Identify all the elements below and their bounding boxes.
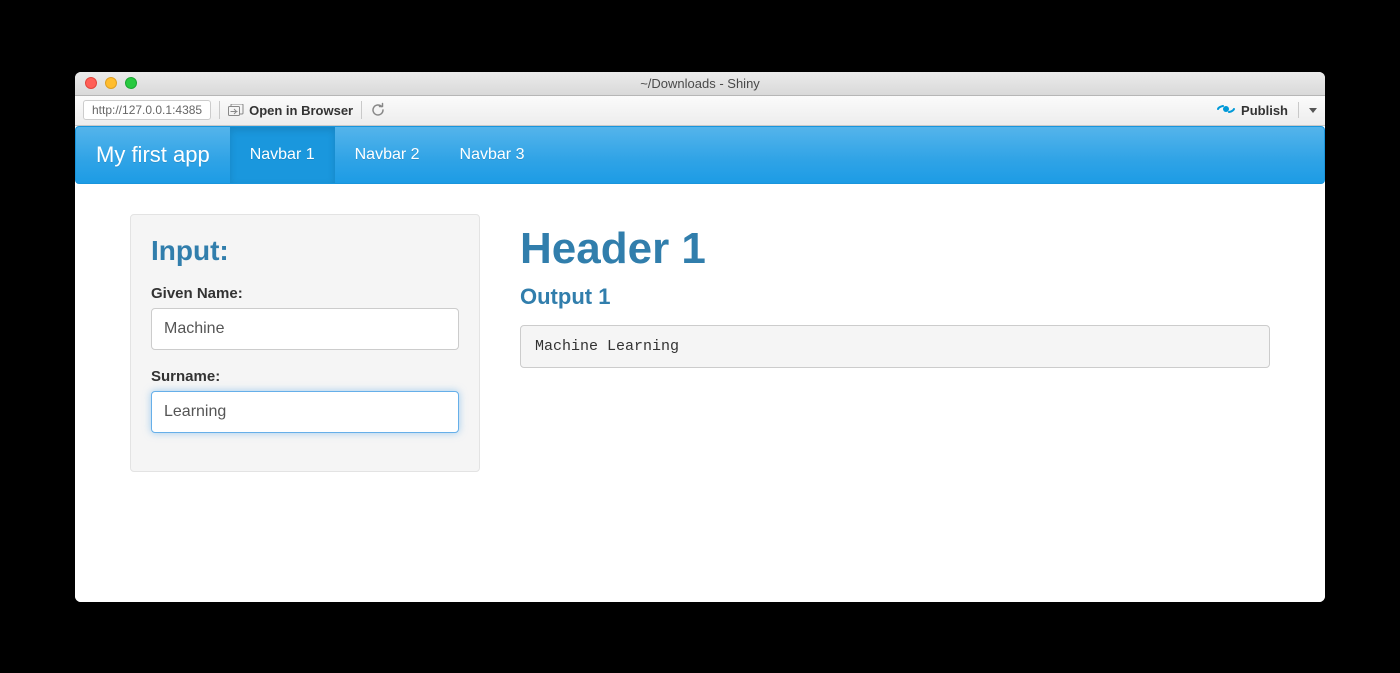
surname-group: Surname:	[151, 368, 459, 433]
navbar: My first app Navbar 1 Navbar 2 Navbar 3	[75, 126, 1325, 184]
main-panel: Header 1 Output 1 Machine Learning	[520, 214, 1270, 472]
toolbar-separator	[219, 101, 220, 119]
toolbar: http://127.0.0.1:4385 Open in Browser	[75, 96, 1325, 126]
page-header: Header 1	[520, 224, 1270, 274]
given-name-input[interactable]	[151, 308, 459, 350]
publish-button[interactable]: Publish	[1217, 102, 1317, 119]
sidebar-title: Input:	[151, 235, 459, 267]
nav-tab-1[interactable]: Navbar 1	[230, 127, 335, 183]
output-value: Machine Learning	[520, 325, 1270, 368]
minimize-window-button[interactable]	[105, 77, 117, 89]
close-window-button[interactable]	[85, 77, 97, 89]
publish-icon	[1217, 102, 1235, 119]
output-label: Output 1	[520, 284, 1270, 310]
titlebar: ~/Downloads - Shiny	[75, 72, 1325, 96]
navbar-brand[interactable]: My first app	[76, 127, 230, 183]
refresh-button[interactable]	[370, 102, 386, 118]
given-name-label: Given Name:	[151, 285, 459, 302]
toolbar-separator	[1298, 102, 1299, 118]
nav-tabs: Navbar 1 Navbar 2 Navbar 3	[230, 127, 545, 183]
zoom-window-button[interactable]	[125, 77, 137, 89]
app-window: ~/Downloads - Shiny http://127.0.0.1:438…	[75, 72, 1325, 602]
nav-tab-3[interactable]: Navbar 3	[440, 127, 545, 183]
open-in-browser-button[interactable]: Open in Browser	[228, 103, 353, 118]
toolbar-separator	[361, 101, 362, 119]
given-name-group: Given Name:	[151, 285, 459, 350]
surname-input[interactable]	[151, 391, 459, 433]
publish-label: Publish	[1241, 103, 1288, 118]
sidebar-panel: Input: Given Name: Surname:	[130, 214, 480, 472]
open-in-browser-label: Open in Browser	[249, 103, 353, 118]
traffic-lights	[75, 77, 137, 89]
browser-icon	[228, 104, 244, 117]
caret-down-icon	[1309, 108, 1317, 113]
nav-tab-2[interactable]: Navbar 2	[335, 127, 440, 183]
surname-label: Surname:	[151, 368, 459, 385]
app-body: My first app Navbar 1 Navbar 2 Navbar 3 …	[75, 126, 1325, 602]
window-title: ~/Downloads - Shiny	[75, 76, 1325, 91]
page-container: Input: Given Name: Surname: Header 1 Out…	[75, 184, 1325, 502]
url-display[interactable]: http://127.0.0.1:4385	[83, 100, 211, 120]
